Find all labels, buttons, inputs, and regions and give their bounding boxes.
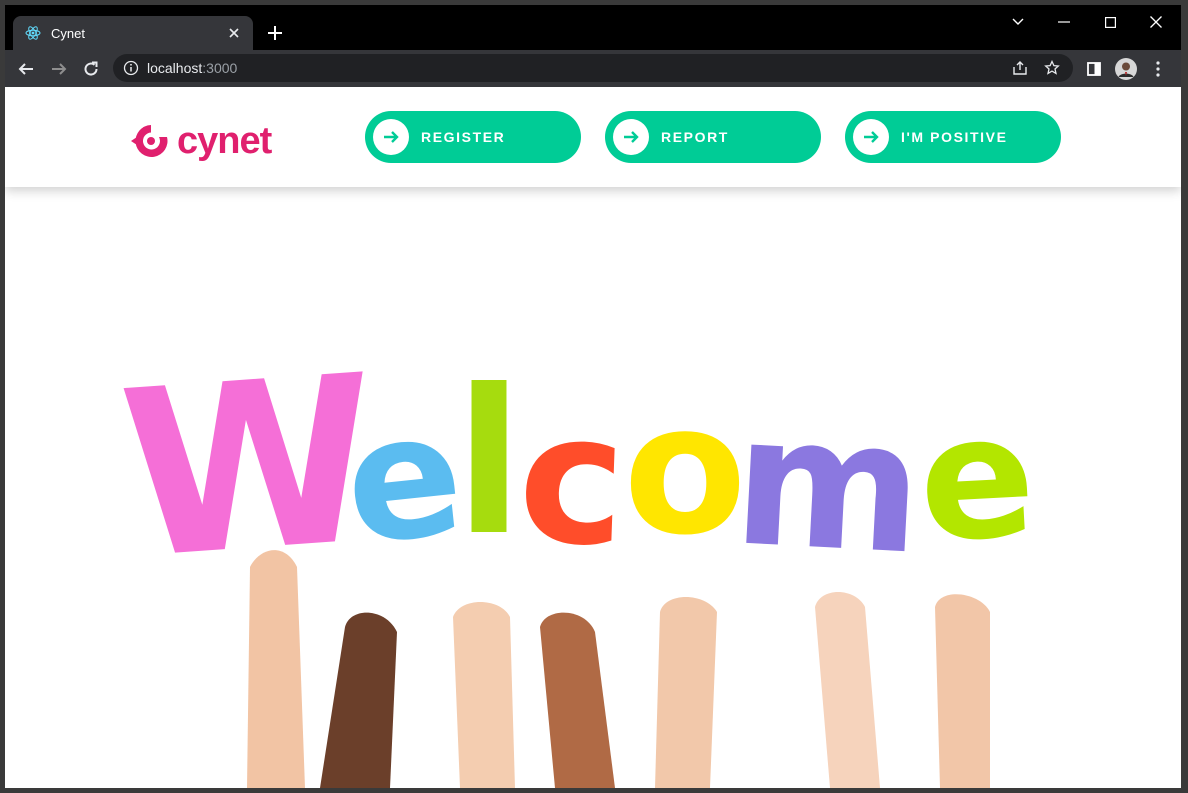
- report-label: REPORT: [661, 129, 729, 145]
- welcome-letter-6: e: [914, 377, 1040, 581]
- forward-icon[interactable]: [46, 56, 72, 82]
- close-window-icon[interactable]: [1133, 9, 1179, 35]
- tab-search-icon[interactable]: [995, 9, 1041, 35]
- logo-text: cynet: [177, 120, 272, 162]
- arrow-right-icon: [613, 119, 649, 155]
- welcome-hero-image: Welcome: [5, 187, 1181, 788]
- im-positive-label: I'M POSITIVE: [901, 129, 1008, 145]
- im-positive-button[interactable]: I'M POSITIVE: [845, 111, 1061, 163]
- back-icon[interactable]: [13, 56, 39, 82]
- site-header: cynet REGISTER REPORT I'M POSITIVE: [5, 87, 1181, 187]
- new-tab-button[interactable]: [263, 21, 287, 45]
- react-icon: [25, 25, 41, 41]
- url-port: :3000: [202, 60, 238, 76]
- welcome-illustration: Welcome: [114, 327, 1040, 788]
- cynet-logo-mark-icon: [131, 125, 168, 157]
- url-host: localhost: [147, 60, 203, 76]
- bookmark-star-icon[interactable]: [1043, 59, 1061, 77]
- side-panel-icon[interactable]: [1081, 56, 1107, 82]
- url-text: localhost:3000: [147, 60, 237, 76]
- browser-window: Cynet localhost:3000 cynet REGISTER REPO…: [5, 5, 1181, 788]
- arrow-right-icon: [853, 119, 889, 155]
- minimize-icon[interactable]: [1041, 9, 1087, 35]
- address-bar[interactable]: localhost:3000: [113, 54, 1073, 82]
- site-info-icon[interactable]: [123, 60, 139, 76]
- arrow-right-icon: [373, 119, 409, 155]
- profile-avatar[interactable]: [1113, 56, 1139, 82]
- register-button[interactable]: REGISTER: [365, 111, 581, 163]
- welcome-letter-4: o: [623, 366, 747, 575]
- welcome-letters: Welcome: [114, 327, 1040, 611]
- register-label: REGISTER: [421, 129, 506, 145]
- reload-icon[interactable]: [78, 56, 104, 82]
- share-icon[interactable]: [1011, 59, 1029, 77]
- welcome-letter-5: m: [729, 376, 927, 595]
- browser-toolbar: localhost:3000: [5, 50, 1181, 87]
- menu-kebab-icon[interactable]: [1145, 56, 1171, 82]
- report-button[interactable]: REPORT: [605, 111, 821, 163]
- page-viewport: cynet REGISTER REPORT I'M POSITIVE W e l…: [5, 87, 1181, 788]
- close-tab-icon[interactable]: [225, 24, 243, 42]
- maximize-icon[interactable]: [1087, 9, 1133, 35]
- tab-cynet[interactable]: Cynet: [13, 16, 253, 50]
- cynet-logo[interactable]: cynet: [129, 120, 272, 162]
- welcome-letter-3: c: [515, 374, 629, 587]
- welcome-letter-1: e: [336, 375, 471, 584]
- tab-bar: Cynet: [5, 5, 1181, 50]
- welcome-letter-2: l: [455, 347, 524, 580]
- tab-title: Cynet: [51, 25, 85, 41]
